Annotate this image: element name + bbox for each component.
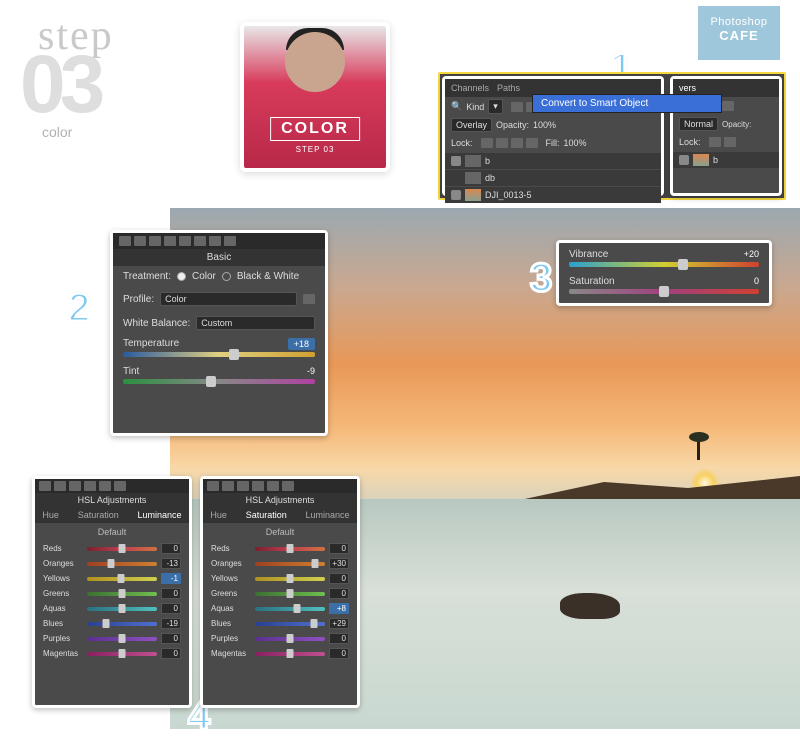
hsl-aquas-label: Aquas xyxy=(43,604,83,613)
hsl-tab-luminance[interactable]: Luminance xyxy=(138,510,182,520)
vibrance-value[interactable]: +20 xyxy=(735,249,759,260)
hsl-yellows-value[interactable]: 0 xyxy=(329,573,349,584)
tab-channels[interactable]: Channels xyxy=(451,83,489,93)
hsl-blues-slider[interactable] xyxy=(255,622,325,626)
hsl-yellows-label: Yellows xyxy=(211,574,251,583)
hsl-greens-label: Greens xyxy=(43,589,83,598)
default-label: Default xyxy=(203,523,357,541)
hsl-panel-saturation: HSL Adjustments Hue Saturation Luminance Def… xyxy=(200,476,360,708)
step-label: color xyxy=(42,124,72,140)
step-number: 03 xyxy=(20,38,99,132)
hsl-blues-label: Blues xyxy=(43,619,83,628)
hsl-blues-value[interactable]: -19 xyxy=(161,618,181,629)
hsl-aquas-value[interactable]: 0 xyxy=(161,603,181,614)
hsl-oranges-label: Oranges xyxy=(43,559,83,568)
thumb-title: COLOR xyxy=(270,117,360,141)
grid-icon[interactable] xyxy=(303,294,315,304)
hsl-greens-label: Greens xyxy=(211,589,251,598)
hsl-reds-label: Reds xyxy=(211,544,251,553)
callout-2: 2 xyxy=(68,286,90,331)
hsl-reds-label: Reds xyxy=(43,544,83,553)
callout-3: 3 xyxy=(530,256,552,301)
hsl-magentas-label: Magentas xyxy=(211,649,251,658)
hsl-oranges-value[interactable]: +30 xyxy=(329,558,349,569)
hsl-yellows-value[interactable]: -1 xyxy=(161,573,181,584)
hsl-purples-label: Purples xyxy=(211,634,251,643)
hsl-title: HSL Adjustments xyxy=(35,493,189,507)
hsl-magentas-slider[interactable] xyxy=(87,652,157,656)
hsl-purples-value[interactable]: 0 xyxy=(329,633,349,644)
hsl-tab-hue[interactable]: Hue xyxy=(210,510,227,520)
hsl-magentas-value[interactable]: 0 xyxy=(161,648,181,659)
logo: Photoshop CAFE xyxy=(698,6,780,60)
radio-color[interactable] xyxy=(177,272,186,281)
hsl-aquas-slider[interactable] xyxy=(87,607,157,611)
hsl-tab-luminance[interactable]: Luminance xyxy=(306,510,350,520)
blend-mode-select-2[interactable]: Normal xyxy=(679,117,718,131)
tint-value[interactable]: -9 xyxy=(291,366,315,377)
hsl-tab-saturation[interactable]: Saturation xyxy=(78,510,119,520)
video-thumbnail[interactable]: COLOR STEP 03 xyxy=(240,22,390,172)
hsl-greens-value[interactable]: 0 xyxy=(329,588,349,599)
temp-slider[interactable] xyxy=(123,352,315,357)
saturation-value[interactable]: 0 xyxy=(735,276,759,287)
hsl-tab-hue[interactable]: Hue xyxy=(42,510,59,520)
basic-panel: Basic Treatment: Color Black & White Pro… xyxy=(110,230,328,436)
hsl-reds-value[interactable]: 0 xyxy=(161,543,181,554)
hsl-aquas-label: Aquas xyxy=(211,604,251,613)
hsl-purples-slider[interactable] xyxy=(255,637,325,641)
temp-value[interactable]: +18 xyxy=(288,338,315,350)
radio-bw[interactable] xyxy=(222,272,231,281)
tab-paths[interactable]: Paths xyxy=(497,83,520,93)
hsl-oranges-label: Oranges xyxy=(211,559,251,568)
hsl-aquas-slider[interactable] xyxy=(255,607,325,611)
layer-right-b[interactable]: b xyxy=(673,152,779,168)
hsl-reds-slider[interactable] xyxy=(87,547,157,551)
blend-mode-select[interactable]: Overlay xyxy=(451,118,492,132)
hsl-panel-luminance: HSL Adjustments Hue Saturation Luminance Def… xyxy=(32,476,192,708)
hsl-oranges-slider[interactable] xyxy=(87,562,157,566)
hsl-blues-slider[interactable] xyxy=(87,622,157,626)
hsl-greens-slider[interactable] xyxy=(255,592,325,596)
hsl-purples-label: Purples xyxy=(43,634,83,643)
profile-select[interactable]: Color xyxy=(160,292,297,306)
saturation-slider[interactable] xyxy=(569,289,759,294)
wb-select[interactable]: Custom xyxy=(196,316,315,330)
layer-dji[interactable]: DJI_0013-5 xyxy=(445,187,661,203)
hsl-greens-slider[interactable] xyxy=(87,592,157,596)
context-menu-item[interactable]: Convert to Smart Object xyxy=(532,94,722,113)
hsl-magentas-label: Magentas xyxy=(43,649,83,658)
hsl-yellows-label: Yellows xyxy=(43,574,83,583)
hsl-yellows-slider[interactable] xyxy=(255,577,325,581)
kind-select[interactable]: ▾ xyxy=(488,99,503,114)
hsl-yellows-slider[interactable] xyxy=(87,577,157,581)
hsl-blues-value[interactable]: +29 xyxy=(329,618,349,629)
hsl-aquas-value[interactable]: +8 xyxy=(329,603,349,614)
hsl-blues-label: Blues xyxy=(211,619,251,628)
hsl-purples-slider[interactable] xyxy=(87,637,157,641)
layer-b[interactable]: b xyxy=(445,153,661,169)
default-label: Default xyxy=(35,523,189,541)
layer-db[interactable]: db xyxy=(445,170,661,186)
hsl-oranges-value[interactable]: -13 xyxy=(161,558,181,569)
hsl-tab-saturation[interactable]: Saturation xyxy=(246,510,287,520)
hsl-purples-value[interactable]: 0 xyxy=(161,633,181,644)
hsl-reds-value[interactable]: 0 xyxy=(329,543,349,554)
vibrance-slider[interactable] xyxy=(569,262,759,267)
thumb-subtitle: STEP 03 xyxy=(270,145,360,154)
hsl-magentas-value[interactable]: 0 xyxy=(329,648,349,659)
hsl-magentas-slider[interactable] xyxy=(255,652,325,656)
hsl-title: HSL Adjustments xyxy=(203,493,357,507)
basic-title: Basic xyxy=(113,249,325,266)
hsl-oranges-slider[interactable] xyxy=(255,562,325,566)
vibrance-panel: Vibrance+20 Saturation0 xyxy=(556,240,772,306)
tint-slider[interactable] xyxy=(123,379,315,384)
hsl-greens-value[interactable]: 0 xyxy=(161,588,181,599)
hsl-reds-slider[interactable] xyxy=(255,547,325,551)
